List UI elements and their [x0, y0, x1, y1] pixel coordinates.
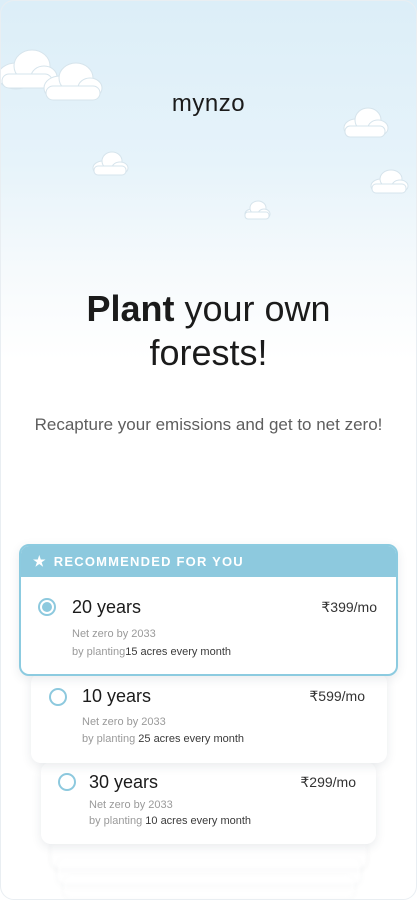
planting-value: 25 acres every month [135, 733, 245, 745]
cloud-icon [92, 151, 129, 176]
recommended-banner: ★ RECOMMENDED FOR YOU [21, 546, 396, 577]
plan-planting: by planting 25 acres every month [82, 730, 244, 748]
plan-radio[interactable] [49, 688, 67, 706]
title-line-2: forests! [149, 332, 268, 373]
plan-title: 10 years [82, 686, 152, 706]
planting-prefix: by planting [89, 815, 143, 827]
star-icon: ★ [33, 553, 47, 569]
plan-net-zero: Net zero by 2033 [82, 716, 166, 728]
planting-value: 15 acres every month [125, 646, 231, 658]
page-title: Plant your own forests! [0, 287, 417, 375]
plan-price: ₹399/mo [321, 599, 377, 615]
stacked-card-shadow [64, 876, 354, 898]
planting-prefix: by planting [82, 733, 136, 745]
planting-value: 10 acres every month [142, 815, 252, 827]
plan-price: ₹299/mo [300, 774, 356, 790]
plan-radio[interactable] [58, 773, 76, 791]
plan-planting: by planting 10 acres every month [89, 812, 251, 830]
cloud-icon [244, 200, 271, 220]
cloud-icon [370, 169, 409, 194]
plan-card[interactable]: 30 years ₹299/mo Net zero by 2033 by pla… [41, 762, 376, 844]
title-rest: your own [174, 288, 331, 329]
brand-logo: mynzo [171, 90, 246, 117]
recommended-label: RECOMMENDED FOR YOU [53, 554, 244, 569]
planting-prefix: by planting [72, 646, 126, 658]
title-bold: Plant [86, 288, 175, 329]
plan-planting: by planting15 acres every month [72, 643, 231, 661]
plan-card-recommended[interactable]: ★ RECOMMENDED FOR YOU 20 years ₹399/mo N… [19, 544, 398, 676]
plan-card[interactable]: 10 years ₹599/mo Net zero by 2033 by pla… [31, 673, 387, 763]
plan-net-zero: Net zero by 2033 [72, 628, 156, 640]
plan-radio[interactable] [38, 598, 56, 616]
subtitle: Recapture your emissions and get to net … [34, 415, 383, 434]
plan-title: 30 years [89, 772, 159, 792]
plan-title: 20 years [72, 597, 142, 617]
plan-price: ₹599/mo [309, 688, 365, 704]
